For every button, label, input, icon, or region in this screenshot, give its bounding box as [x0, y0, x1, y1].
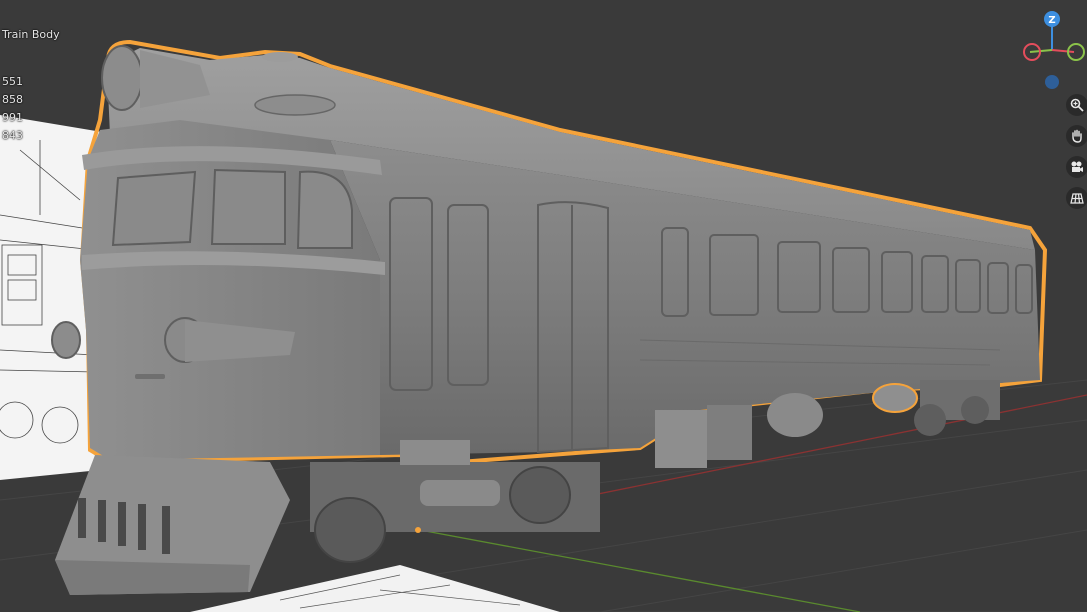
- 3d-viewport[interactable]: Train Body 551 858 991 843 Z: [0, 0, 1087, 612]
- stat-line-2: 858: [2, 93, 23, 106]
- pan-hand-icon[interactable]: [1066, 125, 1087, 147]
- stat-line-3: 991: [2, 111, 23, 124]
- stat-line-1: 551: [2, 75, 23, 88]
- gizmo-neg-z[interactable]: [1045, 75, 1059, 89]
- active-object-name: Train Body: [2, 28, 60, 41]
- stat-line-4: 843: [2, 129, 23, 142]
- zoom-icon[interactable]: [1066, 94, 1087, 116]
- gizmo-z-label: Z: [1048, 15, 1055, 26]
- front-pilot: [55, 455, 290, 595]
- viewport-scene[interactable]: [0, 0, 1087, 612]
- camera-icon[interactable]: [1066, 156, 1087, 178]
- grid-view-icon[interactable]: [1066, 187, 1087, 209]
- navigation-gizmo[interactable]: Z: [1018, 8, 1087, 98]
